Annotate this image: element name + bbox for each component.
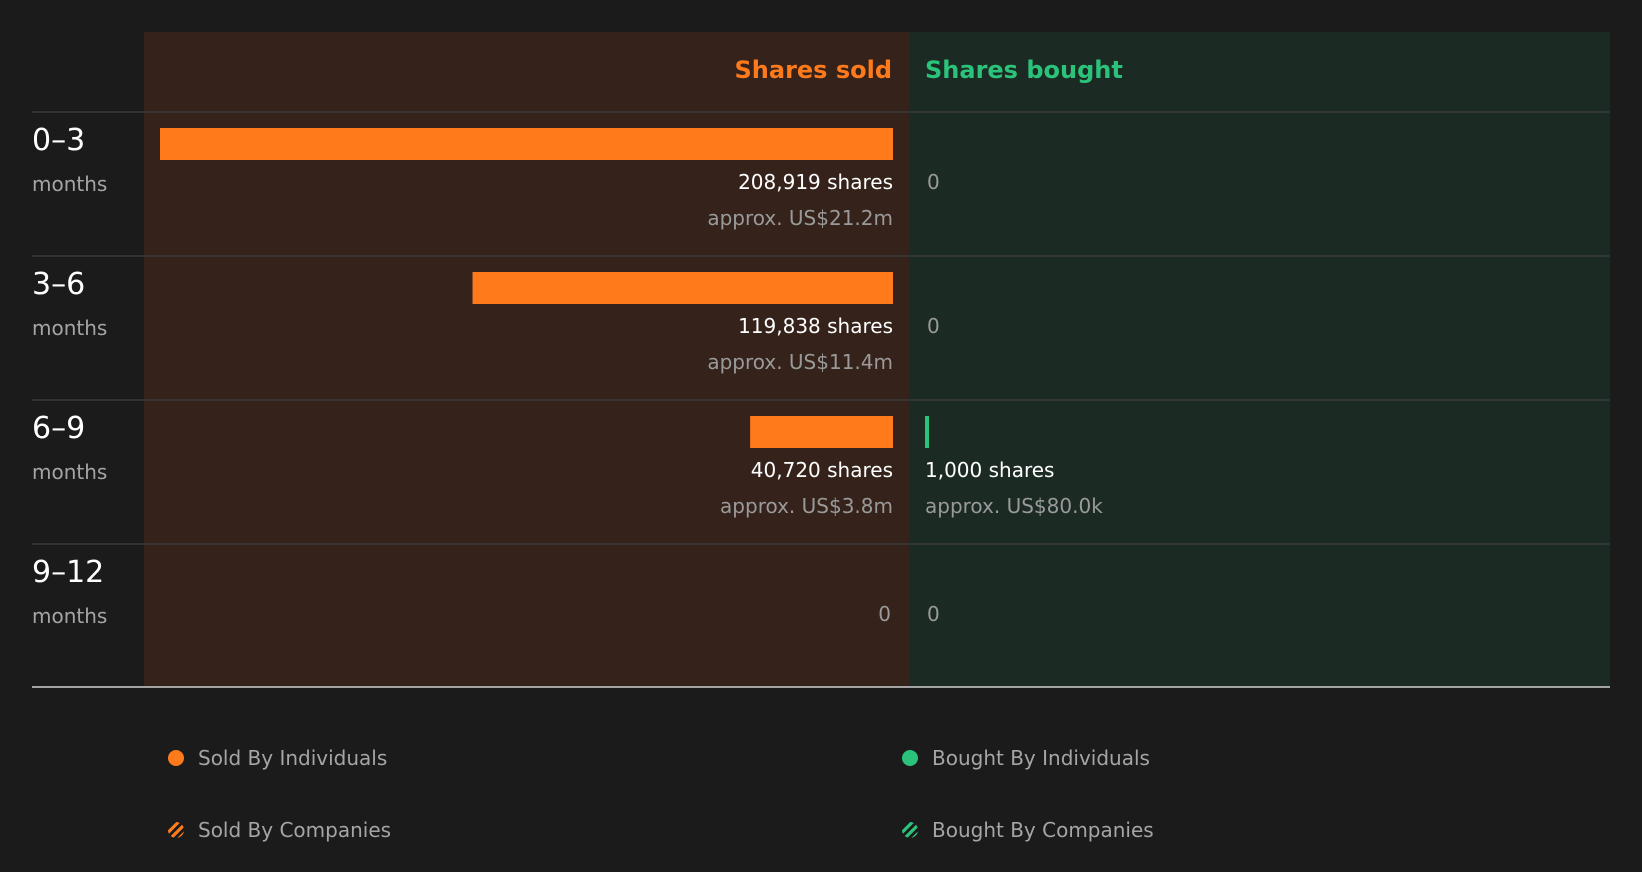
sold-shares-label: 208,919 shares (738, 170, 893, 194)
period-label: 9–12 (32, 555, 104, 590)
bought-shares-label: 1,000 shares (925, 458, 1054, 482)
bought-zero-label: 0 (927, 170, 940, 194)
period-label: 0–3 (32, 123, 85, 158)
sold-bar (472, 272, 893, 304)
bought-header: Shares bought (925, 56, 1123, 84)
sold-header: Shares sold (735, 56, 893, 84)
sold-bar (750, 416, 893, 448)
sold-individuals-dot-icon (168, 750, 184, 766)
legend-bought-individuals[interactable]: Bought By Individuals (902, 746, 1150, 770)
bought-panel-bg (909, 32, 1610, 687)
sold-shares-label: 40,720 shares (751, 458, 893, 482)
legend-label: Sold By Companies (198, 818, 392, 842)
bought-individuals-dot-icon (902, 750, 918, 766)
sold-value-label: approx. US$11.4m (707, 350, 893, 374)
bought-zero-label: 0 (927, 314, 940, 338)
legend-sold-individuals[interactable]: Sold By Individuals (168, 746, 387, 770)
sold-value-label: approx. US$3.8m (720, 494, 893, 518)
legend-bought-companies[interactable]: Bought By Companies (902, 818, 1154, 842)
period-unit-label: months (32, 604, 107, 628)
legend-label: Bought By Individuals (932, 746, 1150, 770)
legend: Sold By Individuals Bought By Individual… (0, 700, 1642, 872)
legend-label: Sold By Individuals (198, 746, 388, 770)
sold-zero-label: 0 (878, 602, 891, 626)
sold-bar (160, 128, 893, 160)
sold-shares-label: 119,838 shares (738, 314, 893, 338)
period-unit-label: months (32, 172, 107, 196)
legend-sold-companies[interactable]: Sold By Companies (168, 818, 391, 842)
bought-zero-label: 0 (927, 602, 940, 626)
period-unit-label: months (32, 316, 107, 340)
period-label: 3–6 (32, 267, 85, 302)
period-label: 6–9 (32, 411, 85, 446)
bought-bar (925, 416, 929, 448)
bought-value-label: approx. US$80.0k (925, 494, 1103, 518)
legend-label: Bought By Companies (932, 818, 1154, 842)
sold-companies-striped-dot-icon (168, 822, 184, 838)
sold-value-label: approx. US$21.2m (707, 206, 893, 230)
period-unit-label: months (32, 460, 107, 484)
bought-companies-striped-dot-icon (902, 822, 918, 838)
